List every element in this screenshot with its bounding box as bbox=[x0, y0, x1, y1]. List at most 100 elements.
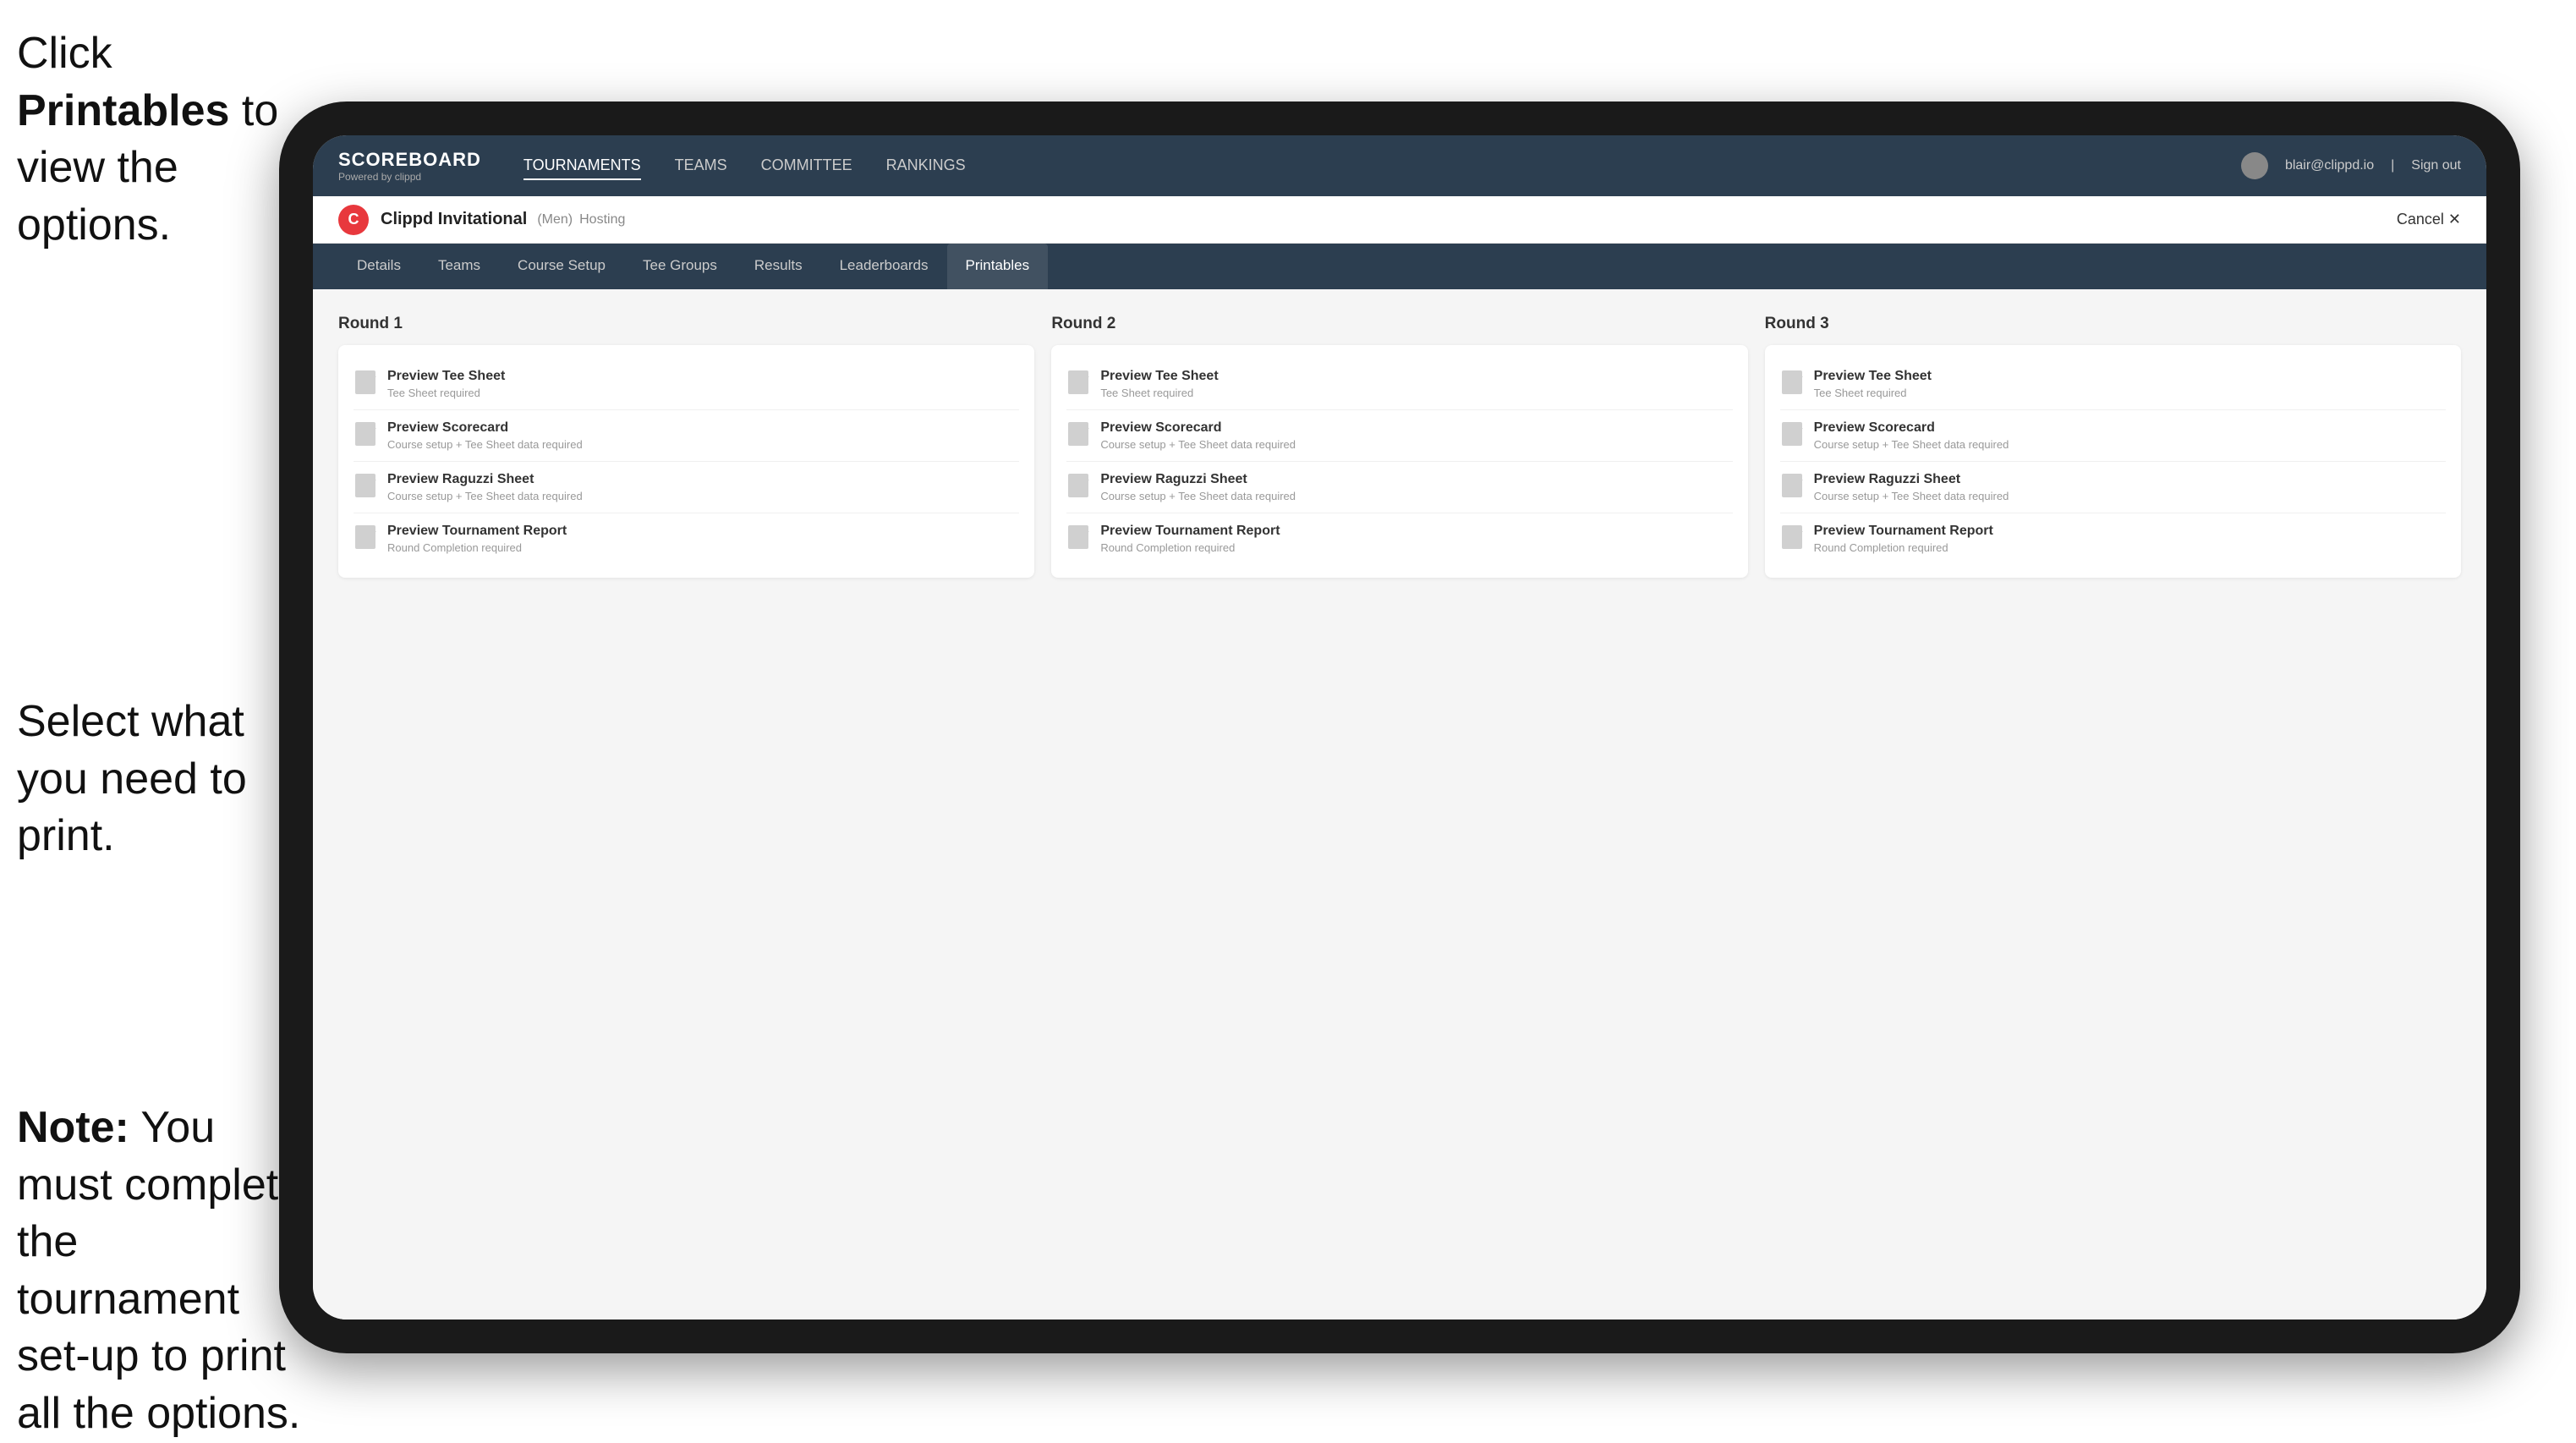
top-nav: SCOREBOARD Powered by clippd TOURNAMENTS… bbox=[313, 135, 2486, 196]
r1-tee-sheet-icon bbox=[354, 369, 377, 396]
r3-raguzzi-text: Preview Raguzzi Sheet Course setup + Tee… bbox=[1814, 472, 2009, 502]
r3-scorecard[interactable]: Preview Scorecard Course setup + Tee She… bbox=[1780, 410, 2446, 462]
r3-scorecard-icon bbox=[1780, 420, 1804, 447]
r1-raguzzi-text: Preview Raguzzi Sheet Course setup + Tee… bbox=[387, 472, 583, 502]
r3-report-subtitle: Round Completion required bbox=[1814, 541, 1993, 554]
round-3-card: Preview Tee Sheet Tee Sheet required Pre… bbox=[1765, 345, 2461, 578]
round-1-column: Round 1 Preview Tee Sheet Tee Sheet requ… bbox=[338, 315, 1034, 578]
r2-scorecard-subtitle: Course setup + Tee Sheet data required bbox=[1100, 438, 1296, 451]
tab-details[interactable]: Details bbox=[338, 244, 419, 289]
r1-tee-sheet[interactable]: Preview Tee Sheet Tee Sheet required bbox=[354, 359, 1019, 410]
r1-raguzzi-icon bbox=[354, 472, 377, 499]
r2-raguzzi-title: Preview Raguzzi Sheet bbox=[1100, 472, 1296, 487]
r2-tee-sheet-icon bbox=[1066, 369, 1090, 396]
top-nav-right: blair@clippd.io | Sign out bbox=[2241, 152, 2461, 179]
r2-raguzzi[interactable]: Preview Raguzzi Sheet Course setup + Tee… bbox=[1066, 462, 1732, 513]
r2-tee-sheet-subtitle: Tee Sheet required bbox=[1100, 387, 1218, 399]
r2-scorecard-title: Preview Scorecard bbox=[1100, 420, 1296, 436]
r1-report-icon bbox=[354, 524, 377, 551]
r2-raguzzi-subtitle: Course setup + Tee Sheet data required bbox=[1100, 490, 1296, 502]
sign-out-link[interactable]: Sign out bbox=[2411, 158, 2461, 173]
r2-report-subtitle: Round Completion required bbox=[1100, 541, 1280, 554]
r1-scorecard[interactable]: Preview Scorecard Course setup + Tee She… bbox=[354, 410, 1019, 462]
r2-scorecard[interactable]: Preview Scorecard Course setup + Tee She… bbox=[1066, 410, 1732, 462]
tournament-name: Clippd Invitational bbox=[381, 210, 527, 229]
r1-scorecard-subtitle: Course setup + Tee Sheet data required bbox=[387, 438, 583, 451]
r2-raguzzi-text: Preview Raguzzi Sheet Course setup + Tee… bbox=[1100, 472, 1296, 502]
r1-report-title: Preview Tournament Report bbox=[387, 524, 567, 539]
r3-raguzzi-icon bbox=[1780, 472, 1804, 499]
sub-nav: Details Teams Course Setup Tee Groups Re… bbox=[313, 244, 2486, 289]
r1-report-text: Preview Tournament Report Round Completi… bbox=[387, 524, 567, 554]
nav-tournaments[interactable]: TOURNAMENTS bbox=[523, 152, 641, 180]
round-1-card: Preview Tee Sheet Tee Sheet required Pre… bbox=[338, 345, 1034, 578]
r2-tee-sheet-text: Preview Tee Sheet Tee Sheet required bbox=[1100, 369, 1218, 399]
r3-report-icon bbox=[1780, 524, 1804, 551]
tab-teams[interactable]: Teams bbox=[419, 244, 499, 289]
r1-tournament-report[interactable]: Preview Tournament Report Round Completi… bbox=[354, 513, 1019, 564]
r1-raguzzi-title: Preview Raguzzi Sheet bbox=[387, 472, 583, 487]
instruction-bottom: Note: You must complete the tournament s… bbox=[17, 1100, 304, 1443]
r3-tee-sheet-title: Preview Tee Sheet bbox=[1814, 369, 1932, 384]
printables-bold: Printables bbox=[17, 86, 229, 135]
doc-icon bbox=[1068, 370, 1088, 394]
round-2-column: Round 2 Preview Tee Sheet Tee Sheet requ… bbox=[1051, 315, 1747, 578]
round-2-card: Preview Tee Sheet Tee Sheet required Pre… bbox=[1051, 345, 1747, 578]
nav-committee[interactable]: COMMITTEE bbox=[761, 152, 852, 180]
logo-sub: Powered by clippd bbox=[338, 171, 481, 183]
r3-report-text: Preview Tournament Report Round Completi… bbox=[1814, 524, 1993, 554]
rounds-container: Round 1 Preview Tee Sheet Tee Sheet requ… bbox=[338, 315, 2461, 578]
tournament-logo: C bbox=[338, 205, 369, 235]
r2-tournament-report[interactable]: Preview Tournament Report Round Completi… bbox=[1066, 513, 1732, 564]
doc-icon bbox=[355, 474, 375, 497]
doc-icon bbox=[355, 422, 375, 446]
r3-tournament-report[interactable]: Preview Tournament Report Round Completi… bbox=[1780, 513, 2446, 564]
doc-icon bbox=[355, 525, 375, 549]
doc-icon bbox=[1068, 474, 1088, 497]
tab-leaderboards[interactable]: Leaderboards bbox=[821, 244, 947, 289]
tab-results[interactable]: Results bbox=[736, 244, 821, 289]
r1-report-subtitle: Round Completion required bbox=[387, 541, 567, 554]
r3-raguzzi[interactable]: Preview Raguzzi Sheet Course setup + Tee… bbox=[1780, 462, 2446, 513]
doc-icon bbox=[1782, 474, 1802, 497]
r1-raguzzi-subtitle: Course setup + Tee Sheet data required bbox=[387, 490, 583, 502]
r3-report-title: Preview Tournament Report bbox=[1814, 524, 1993, 539]
tab-course-setup[interactable]: Course Setup bbox=[499, 244, 624, 289]
tab-tee-groups[interactable]: Tee Groups bbox=[624, 244, 736, 289]
r3-raguzzi-title: Preview Raguzzi Sheet bbox=[1814, 472, 2009, 487]
round-1-title: Round 1 bbox=[338, 315, 1034, 333]
doc-icon bbox=[355, 370, 375, 394]
doc-icon bbox=[1782, 525, 1802, 549]
nav-rankings[interactable]: RANKINGS bbox=[886, 152, 966, 180]
instruction-middle: Select what you need to print. bbox=[17, 694, 288, 865]
separator: | bbox=[2391, 158, 2394, 173]
cancel-button[interactable]: Cancel ✕ bbox=[2397, 211, 2461, 228]
r1-tee-sheet-subtitle: Tee Sheet required bbox=[387, 387, 505, 399]
r3-tee-sheet-text: Preview Tee Sheet Tee Sheet required bbox=[1814, 369, 1932, 399]
r2-raguzzi-icon bbox=[1066, 472, 1090, 499]
round-2-title: Round 2 bbox=[1051, 315, 1747, 333]
tablet-frame: SCOREBOARD Powered by clippd TOURNAMENTS… bbox=[279, 102, 2520, 1353]
r2-scorecard-text: Preview Scorecard Course setup + Tee She… bbox=[1100, 420, 1296, 451]
r3-tee-sheet[interactable]: Preview Tee Sheet Tee Sheet required bbox=[1780, 359, 2446, 410]
logo-title: SCOREBOARD bbox=[338, 149, 481, 171]
r1-scorecard-icon bbox=[354, 420, 377, 447]
tablet-screen: SCOREBOARD Powered by clippd TOURNAMENTS… bbox=[313, 135, 2486, 1320]
main-content: Round 1 Preview Tee Sheet Tee Sheet requ… bbox=[313, 289, 2486, 1320]
r2-tee-sheet-title: Preview Tee Sheet bbox=[1100, 369, 1218, 384]
tournament-status: Hosting bbox=[579, 212, 625, 228]
r1-raguzzi[interactable]: Preview Raguzzi Sheet Course setup + Tee… bbox=[354, 462, 1019, 513]
doc-icon bbox=[1782, 422, 1802, 446]
user-email: blair@clippd.io bbox=[2285, 158, 2374, 173]
tournament-bar-right: Cancel ✕ bbox=[2397, 211, 2461, 228]
r3-tee-sheet-subtitle: Tee Sheet required bbox=[1814, 387, 1932, 399]
doc-icon bbox=[1068, 525, 1088, 549]
r2-report-title: Preview Tournament Report bbox=[1100, 524, 1280, 539]
r2-scorecard-icon bbox=[1066, 420, 1090, 447]
user-avatar bbox=[2241, 152, 2268, 179]
r3-raguzzi-subtitle: Course setup + Tee Sheet data required bbox=[1814, 490, 2009, 502]
r2-tee-sheet[interactable]: Preview Tee Sheet Tee Sheet required bbox=[1066, 359, 1732, 410]
tab-printables[interactable]: Printables bbox=[947, 244, 1049, 289]
nav-teams[interactable]: TEAMS bbox=[675, 152, 727, 180]
tournament-tag: (Men) bbox=[537, 212, 573, 228]
